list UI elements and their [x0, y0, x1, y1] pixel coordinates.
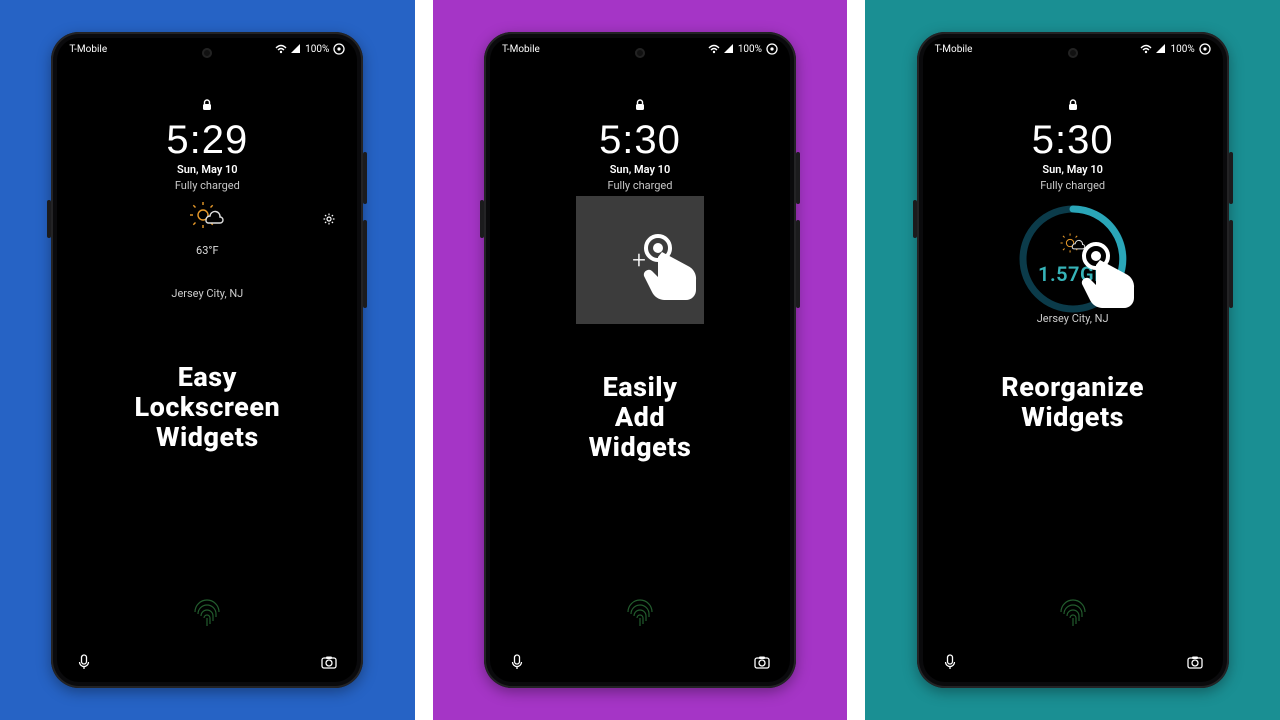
clock-time: 5:29 [166, 118, 248, 163]
add-widget-button[interactable]: + [576, 196, 704, 324]
wifi-icon [708, 44, 720, 54]
phone-frame: T-Mobile 100% 5:29 Sun, May 10 Fully cha… [51, 32, 363, 688]
lock-icon [200, 98, 214, 112]
battery-ring-icon [1199, 43, 1211, 55]
mic-icon[interactable] [510, 654, 524, 674]
charge-status: Fully charged [608, 179, 673, 192]
promo-headline: ReorganizeWidgets [1001, 372, 1144, 432]
signal-icon [1156, 44, 1166, 54]
mic-icon[interactable] [77, 654, 91, 674]
battery-ring-icon [766, 43, 778, 55]
plus-icon: + [632, 246, 646, 274]
clock-time: 5:30 [599, 118, 681, 163]
sun-cloud-icon [190, 200, 224, 234]
notch [147, 38, 267, 58]
carrier-label: T-Mobile [69, 44, 107, 55]
fingerprint-icon[interactable] [189, 594, 225, 632]
location-text: Jersey City, NJ [171, 287, 243, 300]
battery-text: 100% [738, 44, 762, 55]
clock-time: 5:30 [1032, 118, 1114, 163]
camera-icon[interactable] [754, 655, 770, 674]
battery-text: 100% [305, 44, 329, 55]
panel-3: T-Mobile 100% 5:30 Sun, May 10 Fully cha… [865, 0, 1280, 720]
clock-date: Sun, May 10 [1042, 163, 1103, 176]
carrier-label: T-Mobile [935, 44, 973, 55]
promo-headline: EasilyAddWidgets [589, 372, 692, 463]
battery-text: 100% [1170, 44, 1194, 55]
phone-frame: T-Mobile 100% 5:30 Sun, May 10 Fully cha… [917, 32, 1229, 688]
phone-frame: T-Mobile 100% 5:30 Sun, May 10 Fully cha… [484, 32, 796, 688]
charge-status: Fully charged [175, 179, 240, 192]
camera-icon[interactable] [1187, 655, 1203, 674]
mic-icon[interactable] [943, 654, 957, 674]
gear-icon[interactable] [323, 210, 335, 229]
carrier-label: T-Mobile [502, 44, 540, 55]
charge-status: Fully charged [1040, 179, 1105, 192]
wifi-icon [1140, 44, 1152, 54]
signal-icon [724, 44, 734, 54]
signal-icon [291, 44, 301, 54]
weather-widget[interactable]: 63°F [190, 200, 224, 257]
notch [580, 38, 700, 58]
clock-date: Sun, May 10 [177, 163, 238, 176]
fingerprint-icon[interactable] [622, 594, 658, 632]
panel-1: T-Mobile 100% 5:29 Sun, May 10 Fully cha… [0, 0, 415, 720]
data-usage-widget[interactable]: 1.57GB [1014, 200, 1132, 318]
camera-icon[interactable] [321, 655, 337, 674]
fingerprint-icon[interactable] [1055, 594, 1091, 632]
temperature: 63°F [196, 244, 219, 257]
promo-headline: EasyLockscreenWidgets [134, 362, 280, 453]
battery-ring-icon [333, 43, 345, 55]
lock-icon [1066, 98, 1080, 112]
notch [1013, 38, 1133, 58]
panel-2: T-Mobile 100% 5:30 Sun, May 10 Fully cha… [433, 0, 848, 720]
wifi-icon [275, 44, 287, 54]
progress-ring-icon [1014, 200, 1132, 318]
clock-date: Sun, May 10 [610, 163, 671, 176]
lock-icon [633, 98, 647, 112]
promo-panels: T-Mobile 100% 5:29 Sun, May 10 Fully cha… [0, 0, 1280, 720]
